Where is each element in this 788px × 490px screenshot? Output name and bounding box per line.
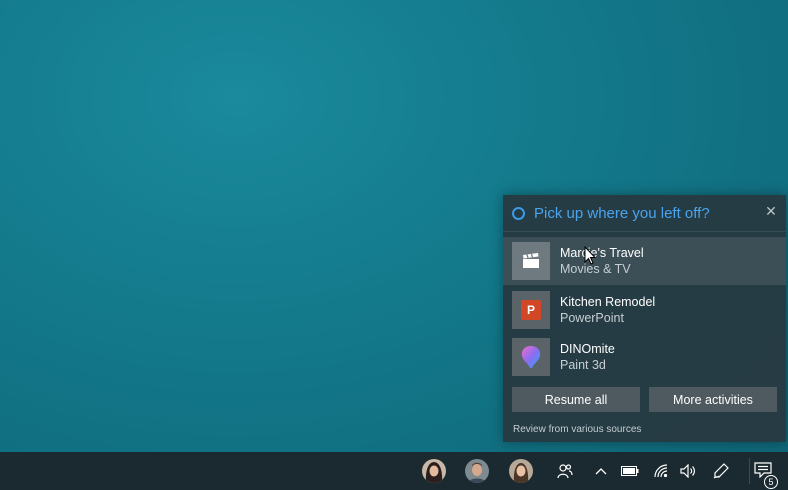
activity-item-kitchen-remodel[interactable]: P Kitchen Remodel PowerPoint <box>503 286 786 334</box>
avatar-1[interactable] <box>420 452 448 490</box>
clapperboard-icon <box>512 242 550 280</box>
wifi-icon[interactable] <box>651 452 671 490</box>
chevron-up-icon[interactable] <box>591 452 611 490</box>
powerpoint-badge: P <box>521 300 541 320</box>
close-icon[interactable]: ✕ <box>764 204 778 218</box>
mouse-cursor-icon <box>584 246 596 265</box>
activity-item-marcies-travel[interactable]: Marcie's Travel Movies & TV <box>503 237 786 285</box>
flyout-header: Pick up where you left off? <box>503 195 786 232</box>
people-icon[interactable] <box>553 452 577 490</box>
timeline-flyout: Pick up where you left off? ✕ Marcie's T… <box>503 195 786 442</box>
activity-app: PowerPoint <box>560 311 624 325</box>
activity-app: Paint 3d <box>560 358 606 372</box>
activity-name: DINOmite <box>560 342 615 356</box>
activity-item-dinomite[interactable]: DINOmite Paint 3d <box>503 333 786 381</box>
battery-icon[interactable] <box>619 452 641 490</box>
volume-icon[interactable] <box>677 452 699 490</box>
avatar-2[interactable] <box>463 452 491 490</box>
action-center-icon[interactable]: 5 <box>748 452 782 490</box>
paint3d-icon <box>512 338 550 376</box>
taskbar: 5 <box>0 452 788 490</box>
powerpoint-icon: P <box>512 291 550 329</box>
cortana-icon <box>512 206 525 220</box>
pen-icon[interactable] <box>710 452 732 490</box>
review-sources-text: Review from various sources <box>513 424 642 435</box>
flyout-title: Pick up where you left off? <box>534 204 710 222</box>
activity-app: Movies & TV <box>560 262 631 276</box>
activity-name: Kitchen Remodel <box>560 295 656 309</box>
notification-count-badge: 5 <box>764 475 778 489</box>
more-activities-button[interactable]: More activities <box>649 387 777 412</box>
resume-all-button[interactable]: Resume all <box>512 387 640 412</box>
avatar-3[interactable] <box>507 452 535 490</box>
activity-name: Marcie's Travel <box>560 246 644 260</box>
